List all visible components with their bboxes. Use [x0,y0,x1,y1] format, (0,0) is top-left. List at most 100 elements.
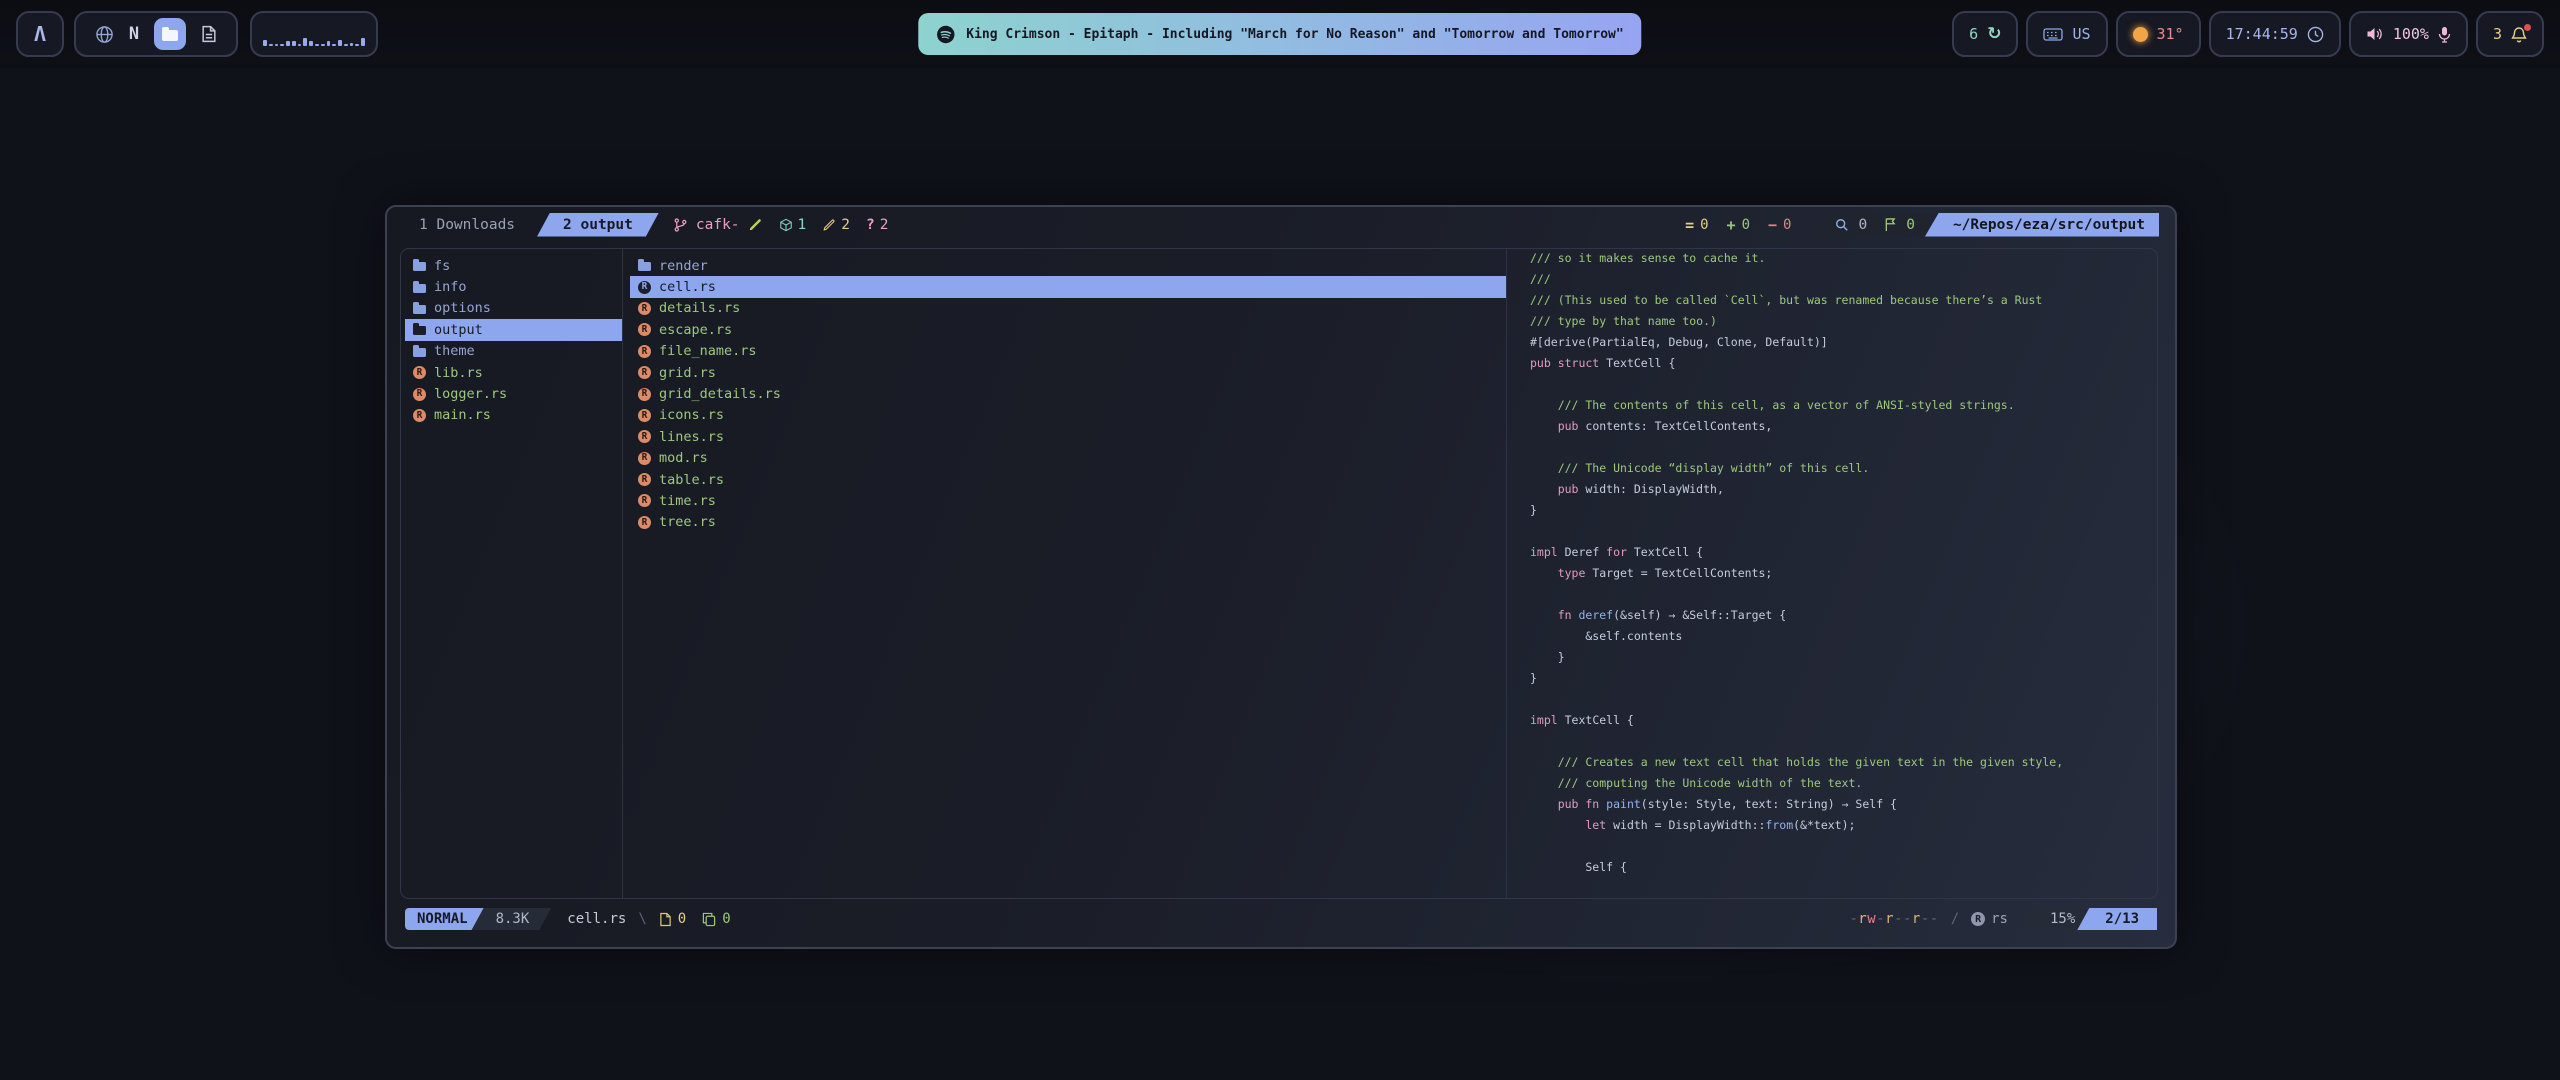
code-line: fn deref(&self) → &Self::Target { [1530,608,2144,629]
notifications-widget[interactable]: 3 [2476,11,2544,57]
file-name: render [659,258,708,274]
filetype-label: rs [1991,911,2008,927]
temperature: 31° [2157,25,2184,43]
mode-badge: NORMAL [405,908,484,930]
visualizer-bar [292,41,296,46]
file-row[interactable]: options [405,298,622,319]
folder-icon [413,348,426,357]
file-permissions: -rw-r--r-- [1849,911,1938,927]
code-line: /// (This used to be called `Cell`, but … [1530,293,2144,314]
terminal-window: 1 Downloads 2 output cafk- 1 [385,205,2177,949]
tab-output[interactable]: 2 output [537,213,659,237]
file-row[interactable]: Rgrid.rs [630,362,1506,383]
diff-added: +0 [1727,216,1750,234]
yanked-count: 0 [702,911,730,927]
perm-char: - [1876,911,1885,927]
current-path[interactable]: ~/Repos/eza/src/output [1925,213,2159,237]
file-row[interactable]: Rtable.rs [630,469,1506,490]
file-row[interactable]: Rtree.rs [630,512,1506,533]
rust-file-icon: R [638,409,651,422]
file-row[interactable]: output [405,319,622,340]
folder-icon [413,284,426,293]
file-name: time.rs [659,493,716,509]
file-row[interactable]: Rescape.rs [630,319,1506,340]
file-name: cell.rs [659,279,716,295]
file-row[interactable]: Rtime.rs [630,490,1506,511]
package-icon [779,218,793,232]
file-row[interactable]: render [630,255,1506,276]
visualizer-bar [280,44,284,46]
file-name: tree.rs [659,514,716,530]
audio-widget[interactable]: 100% [2349,11,2468,57]
rust-file-icon: R [638,388,651,401]
perm-char: r [1885,911,1894,927]
file-row[interactable]: fs [405,255,622,276]
file-row[interactable]: theme [405,341,622,362]
perm-char: -- [1894,911,1912,927]
update-refresh-icon: ↻ [1987,24,2001,44]
git-modified-count: 2 [822,217,850,233]
updates-widget[interactable]: 6 ↻ [1952,11,2018,57]
file-name: theme [434,343,475,359]
file-row[interactable]: Rdetails.rs [630,298,1506,319]
file-row[interactable]: Ricons.rs [630,405,1506,426]
file-row[interactable]: Rlib.rs [405,362,622,383]
code-line [1530,587,2144,608]
visualizer-bar [350,43,354,46]
file-name: icons.rs [659,407,724,423]
file-manager-icon-active[interactable] [154,18,186,50]
rust-file-icon: R [638,516,651,529]
code-line: impl TextCell { [1530,713,2144,734]
file-name: options [434,300,491,316]
visualizer-bar [344,44,348,46]
clock-widget[interactable]: 17:44:59 [2209,11,2341,57]
file-row[interactable]: Rcell.rs [630,276,1506,297]
cursor-position: 2/13 [2077,908,2157,930]
code-line: /// so it makes sense to cache it. [1530,251,2144,272]
document-app-icon[interactable] [201,25,217,43]
notes-app-icon[interactable]: N [129,24,139,44]
status-bar: NORMAL 8.3K cell.rs \ 0 0 -rw-r--r-- / R… [405,907,2157,931]
keyboard-layout-widget[interactable]: US [2026,11,2107,57]
code-line: type Target = TextCellContents; [1530,566,2144,587]
audio-visualizer [250,11,378,57]
file-name: info [434,279,467,295]
visualizer-bar [286,41,290,46]
bell-icon [2511,26,2527,43]
media-player-widget[interactable]: King Crimson - Epitaph - Including "Marc… [918,13,1641,55]
file-row[interactable]: Rlines.rs [630,426,1506,447]
file-row[interactable]: Rgrid_details.rs [630,383,1506,404]
notification-count: 3 [2493,25,2502,43]
launcher-button[interactable]: Λ [16,11,64,57]
pencil-emoji-icon [748,217,763,232]
code-line: } [1530,503,2144,524]
file-row[interactable]: info [405,276,622,297]
file-row[interactable]: Rfile_name.rs [630,341,1506,362]
pencil-icon [822,218,836,232]
visualizer-bar [275,44,279,46]
file-row[interactable]: Rlogger.rs [405,383,622,404]
file-name: lines.rs [659,429,724,445]
file-name: escape.rs [659,322,732,338]
file-row[interactable]: Rmain.rs [405,405,622,426]
browser-icon[interactable] [95,25,114,44]
rust-file-icon: R [638,430,651,443]
weather-widget[interactable]: 31° [2116,11,2201,57]
current-directory-pane: renderRcell.rsRdetails.rsRescape.rsRfile… [630,255,1506,533]
keyboard-layout: US [2072,25,2090,43]
perm-char: r [1858,911,1867,927]
clock-icon [2307,26,2324,43]
code-line: pub contents: TextCellContents, [1530,419,2144,440]
file-name: logger.rs [434,386,507,402]
visualizer-bar [361,38,365,46]
rust-file-icon: R [638,366,651,379]
code-line [1530,692,2144,713]
file-row[interactable]: Rmod.rs [630,448,1506,469]
visualizer-bar [309,41,313,46]
file-name: details.rs [659,300,740,316]
code-line: pub width: DisplayWidth, [1530,482,2144,503]
rust-file-icon: R [638,345,651,358]
tab-downloads[interactable]: 1 Downloads [407,217,527,233]
git-untracked-count: ? 2 [866,217,888,233]
yazi-header: 1 Downloads 2 output cafk- 1 [407,210,2159,239]
